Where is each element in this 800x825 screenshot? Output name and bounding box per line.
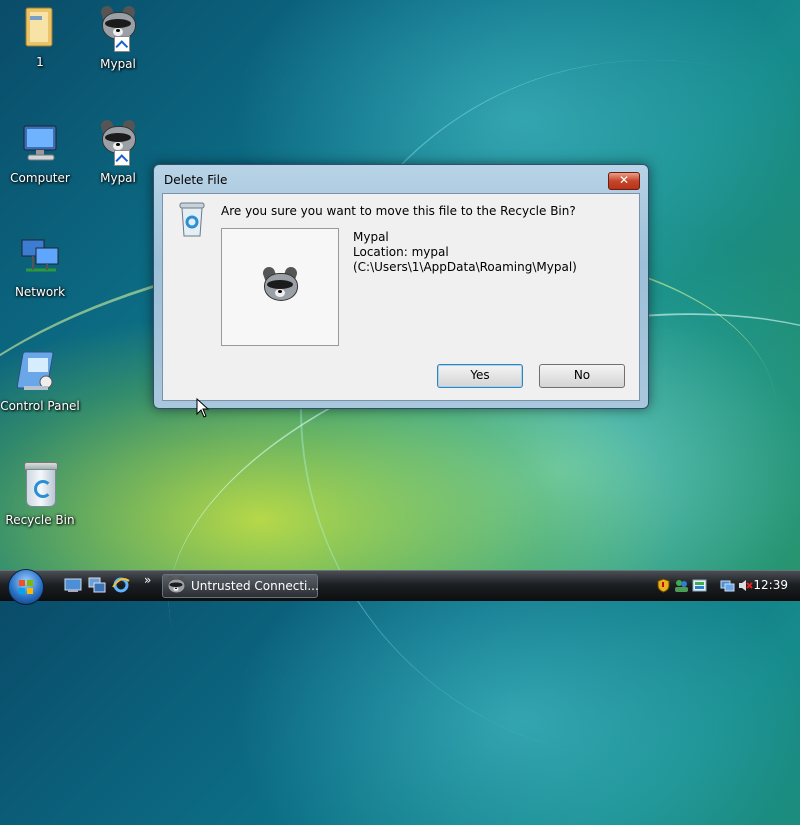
dialog-body: Are you sure you want to move this file … bbox=[162, 193, 640, 401]
computer-icon bbox=[16, 120, 64, 168]
network-status-icon[interactable] bbox=[720, 578, 735, 593]
users-icon[interactable] bbox=[674, 578, 689, 593]
control-panel-icon bbox=[16, 348, 64, 396]
shortcut-arrow-icon bbox=[114, 150, 130, 166]
clock[interactable]: 12:39 bbox=[753, 578, 788, 592]
raccoon-icon bbox=[166, 575, 186, 593]
taskbar: » Untrusted Connecti... 12:39 bbox=[0, 569, 800, 605]
show-desktop-icon[interactable] bbox=[64, 577, 82, 593]
raccoon-icon bbox=[260, 265, 300, 301]
network-icon bbox=[16, 234, 64, 282]
file-name: Mypal bbox=[353, 230, 389, 244]
volume-muted-icon[interactable] bbox=[738, 578, 753, 593]
security-shield-icon[interactable] bbox=[656, 578, 671, 593]
desktop-icon-folder-1[interactable]: 1 bbox=[0, 4, 80, 69]
file-path: (C:\Users\1\AppData\Roaming\Mypal) bbox=[353, 260, 577, 274]
wallpaper-swoosh bbox=[234, 0, 800, 825]
desktop-icon-network[interactable]: Network bbox=[0, 234, 80, 299]
desktop-icon-control-panel[interactable]: Control Panel bbox=[0, 348, 80, 413]
windows-logo-icon bbox=[19, 580, 33, 594]
system-tray: 12:39 bbox=[650, 571, 800, 601]
desktop-icon-mypal-2[interactable]: Mypal bbox=[78, 116, 158, 185]
dialog-title: Delete File bbox=[164, 173, 228, 187]
file-info: Mypal Location: mypal (C:\Users\1\AppDat… bbox=[353, 230, 577, 275]
desktop-icon-mypal[interactable]: Mypal bbox=[78, 2, 158, 71]
yes-button[interactable]: Yes bbox=[437, 364, 523, 388]
shortcut-arrow-icon bbox=[114, 36, 130, 52]
taskbar-button-untrusted-connection[interactable]: Untrusted Connecti... bbox=[162, 574, 319, 598]
quicklaunch-overflow[interactable]: » bbox=[144, 573, 151, 587]
raccoon-shortcut-icon bbox=[94, 118, 142, 168]
delete-file-dialog: Delete File ✕ Are you sure you want to m… bbox=[153, 164, 649, 409]
close-button[interactable]: ✕ bbox=[608, 172, 640, 190]
raccoon-shortcut-icon bbox=[94, 4, 142, 54]
no-button[interactable]: No bbox=[539, 364, 625, 388]
internet-explorer-icon[interactable] bbox=[112, 577, 130, 593]
desktop-icon-recycle-bin[interactable]: Recycle Bin bbox=[0, 460, 80, 527]
recycle-bin-icon bbox=[16, 462, 64, 510]
file-location: Location: mypal bbox=[353, 245, 449, 259]
switch-windows-icon[interactable] bbox=[88, 577, 106, 593]
dialog-question: Are you sure you want to move this file … bbox=[221, 204, 576, 218]
folder-icon bbox=[16, 4, 64, 52]
desktop-icon-computer[interactable]: Computer bbox=[0, 120, 80, 185]
file-preview bbox=[221, 228, 339, 346]
taskbar-button-label: Untrusted Connecti... bbox=[191, 579, 319, 593]
recycle-bin-icon bbox=[179, 202, 205, 238]
sidebar-icon[interactable] bbox=[692, 578, 707, 593]
